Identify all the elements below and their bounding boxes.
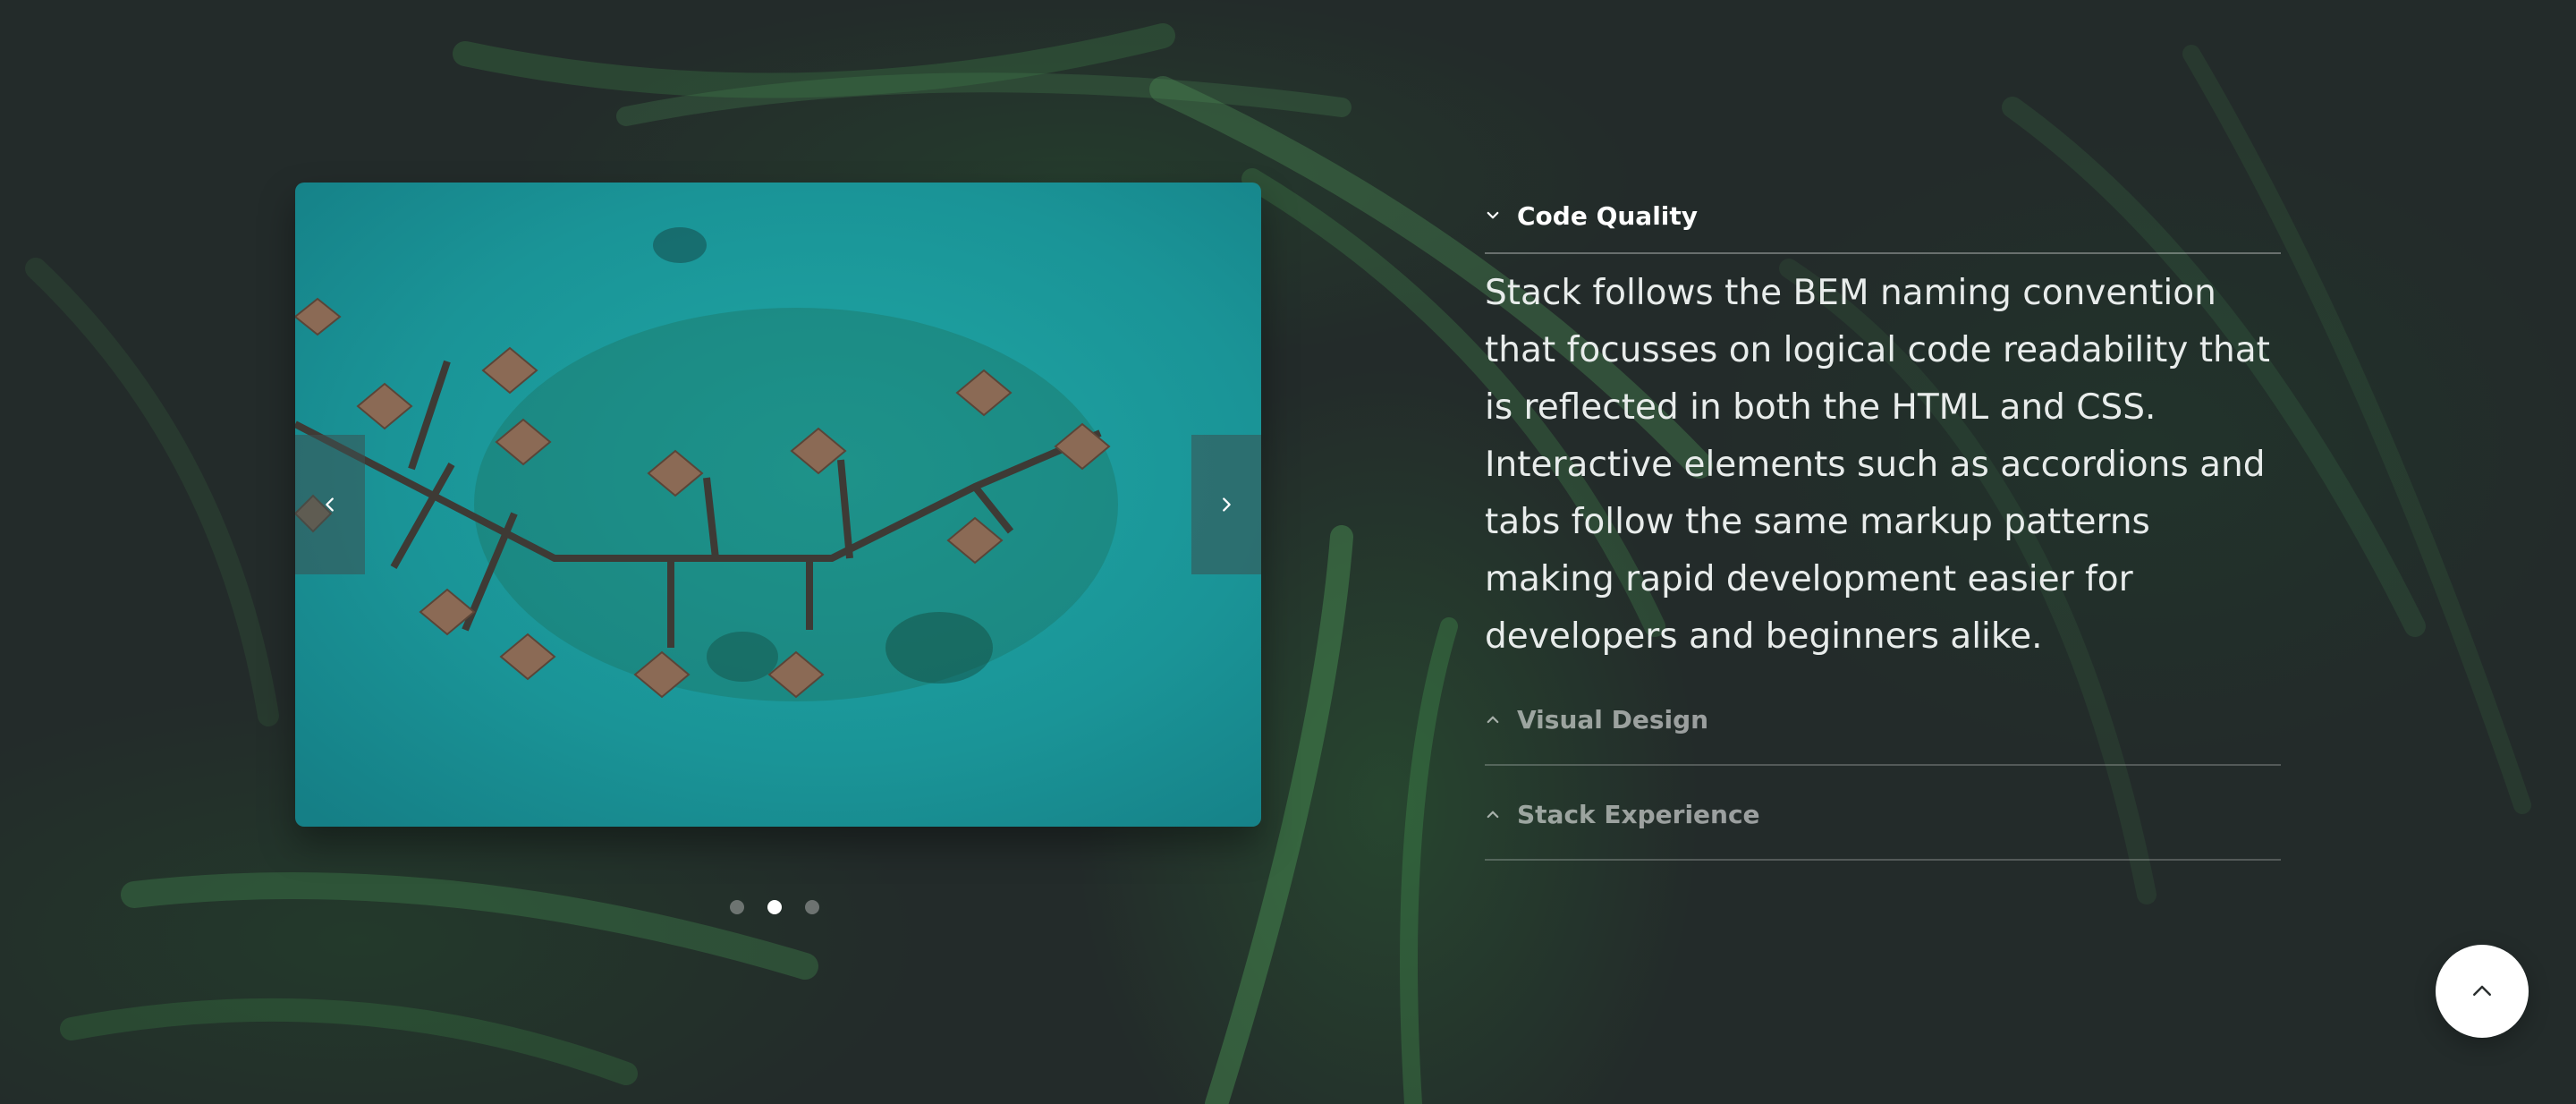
chevron-up-icon (1487, 811, 1499, 819)
chevron-left-icon (326, 497, 334, 512)
accordion-item-visual-design: Visual Design (1485, 671, 2281, 766)
accordion-label: Code Quality (1517, 200, 1699, 231)
accordion-title-stack-experience[interactable]: Stack Experience (1485, 769, 1760, 859)
slider-prev-button[interactable] (295, 435, 365, 574)
chevron-up-icon (1487, 716, 1499, 724)
slider-pagination (730, 900, 819, 914)
slider-dot-3[interactable] (805, 900, 819, 914)
slider-dot-2[interactable] (767, 900, 782, 914)
image-slider (295, 183, 1261, 827)
page: Code Quality Stack follows the BEM namin… (0, 0, 2576, 1104)
chevron-right-icon (1223, 497, 1231, 512)
accordion-title-visual-design[interactable]: Visual Design (1485, 675, 1708, 764)
chevron-down-icon (1487, 211, 1499, 219)
chevron-up-icon (2473, 985, 2491, 996)
slide-image-overwater-bungalows (295, 183, 1261, 827)
slider-next-button[interactable] (1191, 435, 1261, 574)
accordion-title-code-quality[interactable]: Code Quality (1485, 179, 2281, 252)
accordion: Code Quality Stack follows the BEM namin… (1485, 179, 2281, 861)
accordion-label: Visual Design (1517, 704, 1709, 735)
accordion-item-code-quality: Code Quality (1485, 179, 2281, 254)
accordion-content: Stack follows the BEM naming convention … (1485, 273, 2270, 657)
slider-dot-1[interactable] (730, 900, 744, 914)
back-to-top-button[interactable] (2436, 945, 2529, 1038)
accordion-label: Stack Experience (1517, 799, 1760, 829)
accordion-item-stack-experience: Stack Experience (1485, 766, 2281, 861)
